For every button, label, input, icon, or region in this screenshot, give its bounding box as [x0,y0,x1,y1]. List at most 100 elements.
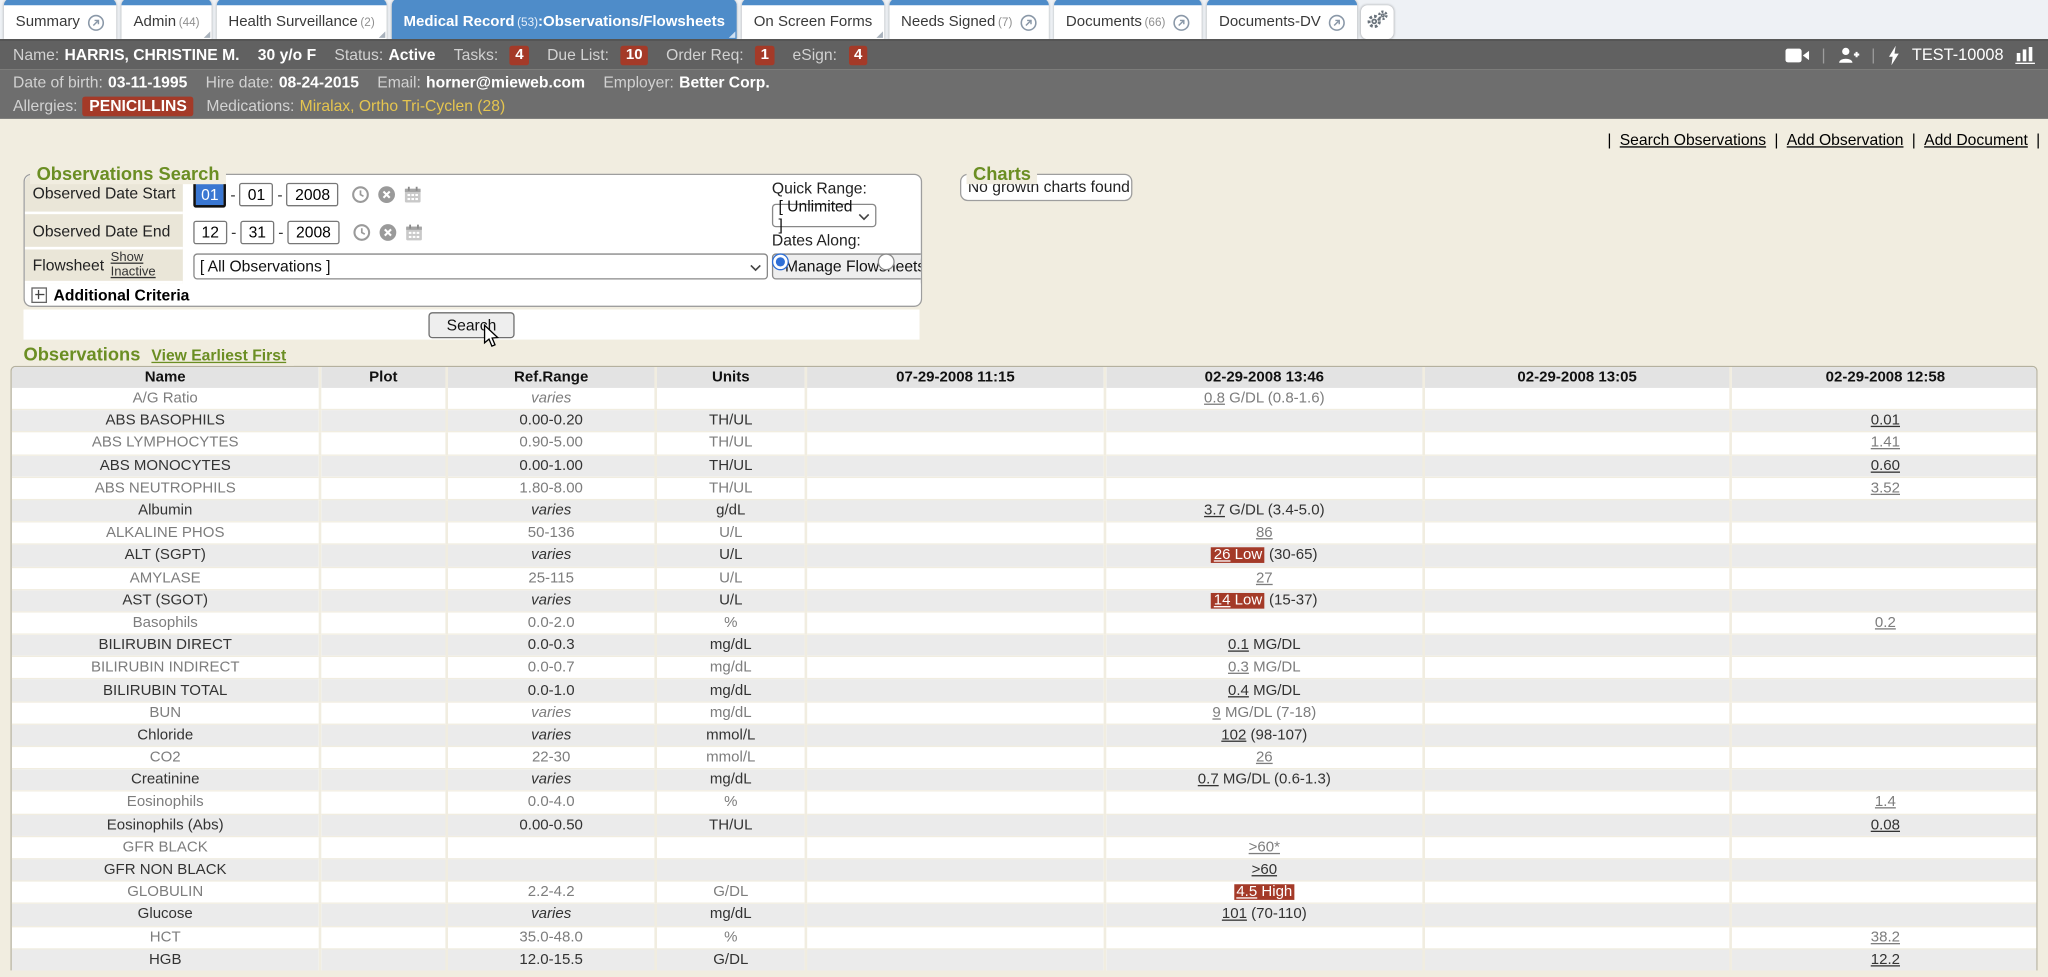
add-observation-link[interactable]: Add Observation [1787,131,1904,149]
additional-criteria-toggle[interactable]: Additional Criteria [25,283,921,305]
tab-medical-record[interactable]: Medical Record(53):Observations/Flowshee… [392,0,737,39]
obs-name: Albumin [12,500,320,522]
obs-units: mg/dL [656,904,806,926]
expand-icon [31,287,47,303]
value-link[interactable]: 38.2 [1871,929,1900,945]
obs-value-cell: 0.7 MG/DL (0.6-1.3) [1105,769,1424,791]
employer-label: Employer: [603,73,674,91]
show-inactive-link[interactable]: Show Inactive [111,251,183,280]
obs-ref-range [447,836,656,858]
quick-range-block: Quick Range: [ Unlimited ] Dates Along: … [772,175,921,249]
obs-value-cell [806,724,1105,746]
popout-icon[interactable] [1329,14,1346,31]
value-link[interactable]: 86 [1256,525,1273,541]
value-link[interactable]: 1.4 [1875,795,1896,811]
obs-value-cell [1105,612,1424,634]
radio-vertical[interactable] [878,253,895,270]
order-req-count-badge[interactable]: 1 [755,45,774,65]
tab-documents-dv[interactable]: Documents-DV [1207,0,1357,39]
popout-icon[interactable] [88,14,105,31]
flowsheet-select[interactable]: [ All Observations ] [193,253,768,279]
value-link[interactable]: 4.5 [1236,885,1257,901]
medication-link[interactable]: Ortho Tri-Cyclen (28) [359,97,505,115]
value-link[interactable]: 102 [1221,727,1246,743]
column-header-plot: Plot [320,367,447,388]
settings-tab-button[interactable] [1361,5,1394,39]
value-link[interactable]: 0.01 [1871,413,1900,429]
obs-name: A/G Ratio [12,388,320,410]
value-link[interactable]: 14 [1214,593,1231,609]
clock-icon[interactable] [353,223,371,241]
esign-count-badge[interactable]: 4 [849,45,868,65]
obs-value-cell [1731,544,2038,566]
add-document-link[interactable]: Add Document [1924,131,2028,149]
tab-summary[interactable]: Summary [4,0,117,39]
value-link[interactable]: 101 [1222,907,1247,923]
lightning-icon[interactable] [1887,45,1900,65]
due-list-count-badge[interactable]: 10 [621,45,648,65]
value-link[interactable]: 0.60 [1871,458,1900,474]
add-person-icon[interactable] [1837,46,1859,63]
bar-chart-icon[interactable] [2015,46,2035,63]
quick-range-select[interactable]: [ Unlimited ] [772,204,876,228]
patient-summary-bar: Name: HARRIS, CHRISTINE M. 30 y/o F Stat… [0,39,2048,69]
obs-value-cell [1105,926,1424,948]
value-link[interactable]: 0.08 [1871,817,1900,833]
start-month-input[interactable]: 01 [193,182,226,208]
value-link[interactable]: 27 [1256,570,1273,586]
search-observations-link[interactable]: Search Observations [1620,131,1766,149]
clear-date-icon[interactable] [379,223,397,241]
popout-icon[interactable] [1173,14,1190,31]
value-link[interactable]: 1.41 [1871,436,1900,452]
obs-ref-range: varies [447,388,656,410]
value-link[interactable]: 0.1 [1228,638,1249,654]
tab-admin[interactable]: Admin(44) [122,0,212,39]
popout-icon[interactable] [1020,14,1037,31]
abnormal-flag: 14 Low [1211,593,1265,609]
calendar-icon[interactable] [405,223,423,241]
value-link[interactable]: 0.7 [1198,772,1219,788]
value-link[interactable]: 0.2 [1875,615,1896,631]
clear-date-icon[interactable] [378,185,396,203]
tab-on-screen-forms[interactable]: On Screen Forms [742,0,884,39]
search-button[interactable]: Search [428,312,514,338]
value-link[interactable]: 0.3 [1228,660,1249,676]
obs-ref-range: 35.0-48.0 [447,926,656,948]
observations-panel: NamePlotRef.RangeUnits07-29-2008 11:1502… [10,366,2037,971]
value-link[interactable]: 3.7 [1204,503,1225,519]
end-year-input[interactable]: 2008 [287,220,339,244]
manage-flowsheets-button[interactable]: Manage Flowsheets [772,253,921,279]
value-link[interactable]: 9 [1212,705,1220,721]
value-link[interactable]: 26 [1256,750,1273,766]
obs-value-cell [806,814,1105,836]
video-camera-icon[interactable] [1785,46,1810,63]
tab-health-surveillance[interactable]: Health Surveillance(2) [217,0,387,39]
tasks-label: Tasks: [454,46,498,64]
value-link[interactable]: 0.4 [1228,682,1249,698]
calendar-icon[interactable] [404,185,422,203]
value-link[interactable]: 3.52 [1871,480,1900,496]
value-link[interactable]: 12.2 [1871,952,1900,968]
start-year-input[interactable]: 2008 [287,183,339,207]
allergy-badge[interactable]: PENICILLINS [83,96,194,116]
tab-documents[interactable]: Documents(66) [1054,0,1202,39]
patient-age-sex: 30 y/o F [258,46,316,64]
radio-horizontal[interactable] [772,253,789,270]
obs-plot-cell [320,544,447,566]
tasks-count-badge[interactable]: 4 [510,45,529,65]
obs-value-cell [1424,948,1731,970]
value-link[interactable]: 0.8 [1204,391,1225,407]
clock-icon[interactable] [352,185,370,203]
start-day-input[interactable]: 01 [239,183,273,207]
obs-value-cell [806,904,1105,926]
value-link[interactable]: >60 [1252,862,1277,878]
value-link[interactable]: >60* [1249,840,1280,856]
hire-date-value: 08-24-2015 [279,73,359,91]
medication-link[interactable]: Miralax [300,97,351,115]
tab-needs-signed[interactable]: Needs Signed(7) [889,0,1049,39]
end-month-input[interactable]: 12 [193,220,227,244]
end-day-input[interactable]: 31 [240,220,274,244]
order-req-label: Order Req: [666,46,744,64]
value-link[interactable]: 26 [1214,548,1231,564]
view-earliest-first-link[interactable]: View Earliest First [151,346,286,364]
